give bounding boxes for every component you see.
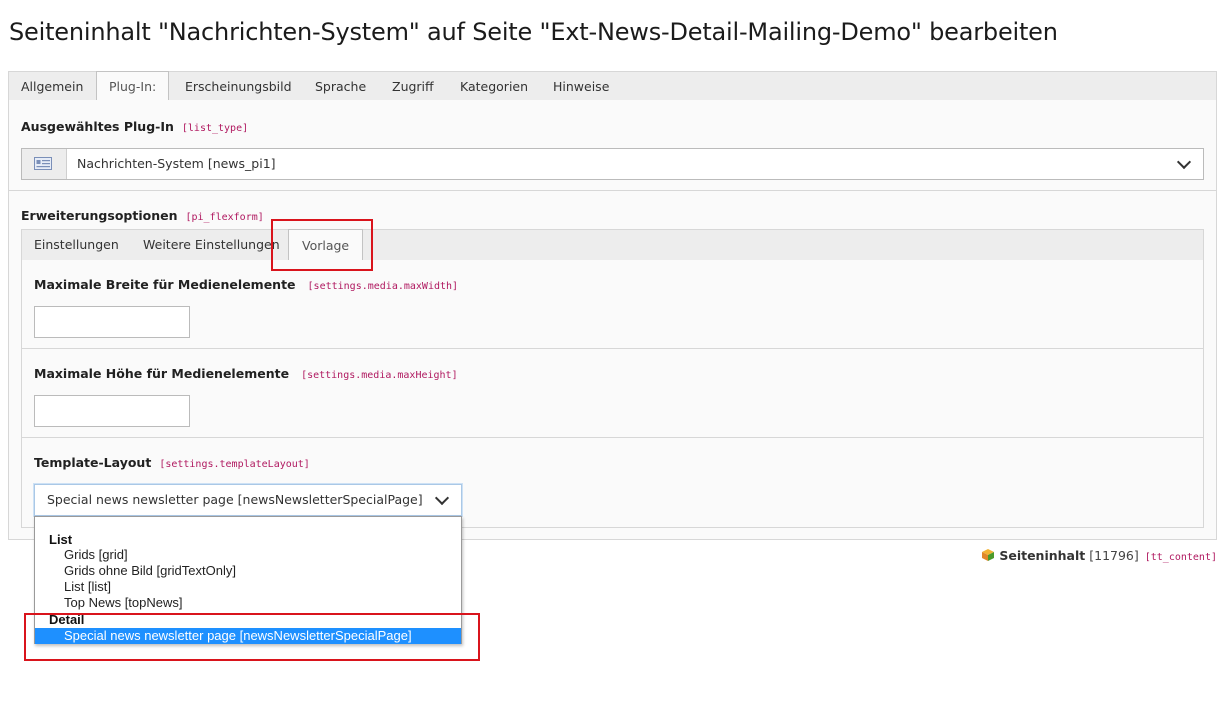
- template-layout-select[interactable]: Special news newsletter page [newsNewsle…: [34, 484, 462, 516]
- template-layout-select-value: Special news newsletter page [newsNewsle…: [47, 492, 423, 507]
- option-grid-text-only[interactable]: Grids ohne Bild [gridTextOnly]: [35, 563, 461, 579]
- plugin-label-row: Ausgewähltes Plug-In [list_type]: [21, 119, 248, 134]
- flexform-field-name: [pi_flexform]: [185, 212, 264, 223]
- max-width-label-row: Maximale Breite für Medienelemente [setti…: [34, 277, 458, 292]
- tab-kategorien[interactable]: Kategorien: [448, 72, 540, 101]
- record-table: [tt_content]: [1144, 552, 1217, 563]
- plugin-label: Ausgewähltes Plug-In: [21, 119, 174, 134]
- max-height-field-name: [settings.media.maxHeight]: [301, 370, 458, 381]
- option-top-news[interactable]: Top News [topNews]: [35, 595, 461, 611]
- template-layout-label: Template-Layout: [34, 455, 152, 470]
- content-element-icon: [982, 549, 995, 561]
- max-height-input[interactable]: [34, 395, 190, 427]
- divider: [22, 348, 1203, 349]
- template-layout-field-name: [settings.templateLayout]: [159, 459, 310, 470]
- max-width-label: Maximale Breite für Medienelemente: [34, 277, 296, 292]
- record-uid: [11796]: [1089, 548, 1139, 563]
- tab-weitere-einstellungen[interactable]: Weitere Einstellungen: [131, 230, 292, 260]
- option-group-list: List: [49, 532, 73, 547]
- plugin-select[interactable]: Nachrichten-System [news_pi1]: [21, 148, 1204, 180]
- option-grid[interactable]: Grids [grid]: [35, 547, 461, 563]
- max-height-label-row: Maximale Höhe für Medienelemente [setting…: [34, 366, 458, 381]
- tab-allgemein[interactable]: Allgemein: [9, 72, 95, 101]
- tab-sprache[interactable]: Sprache: [303, 72, 378, 101]
- chevron-down-icon: [434, 490, 450, 506]
- record-info: Seiteninhalt [11796] [tt_content]: [981, 548, 1217, 563]
- divider: [22, 437, 1203, 438]
- max-height-label: Maximale Höhe für Medienelemente: [34, 366, 290, 381]
- option-list[interactable]: List [list]: [35, 579, 461, 595]
- template-layout-label-row: Template-Layout [settings.templateLayout]: [34, 455, 310, 470]
- divider: [9, 190, 1216, 191]
- max-width-field-name: [settings.media.maxWidth]: [307, 281, 459, 292]
- main-tab-bar: Allgemein Plug-In: Erscheinungsbild Spra…: [8, 71, 1217, 102]
- plugin-select-value: Nachrichten-System [news_pi1]: [77, 156, 276, 171]
- highlight-vorlage-tab: [271, 219, 373, 271]
- flexform-label: Erweiterungsoptionen: [21, 208, 178, 223]
- tab-erscheinungsbild[interactable]: Erscheinungsbild: [173, 72, 304, 101]
- tab-plugin[interactable]: Plug-In:: [96, 71, 170, 102]
- flexform-label-row: Erweiterungsoptionen [pi_flexform]: [21, 208, 264, 223]
- plugin-field-name: [list_type]: [181, 123, 249, 134]
- tab-hinweise[interactable]: Hinweise: [541, 72, 621, 101]
- highlight-selected-option: [24, 613, 480, 661]
- max-width-input[interactable]: [34, 306, 190, 338]
- chevron-down-icon: [1176, 154, 1192, 170]
- page-title: Seiteninhalt "Nachrichten-System" auf Se…: [9, 18, 1058, 46]
- flexform-tab-bar: Einstellungen Weitere Einstellungen Vorl…: [21, 229, 1204, 262]
- record-type: Seiteninhalt: [999, 548, 1086, 563]
- plugin-icon: [34, 157, 52, 170]
- tab-zugriff[interactable]: Zugriff: [380, 72, 446, 101]
- tab-einstellungen[interactable]: Einstellungen: [22, 230, 131, 260]
